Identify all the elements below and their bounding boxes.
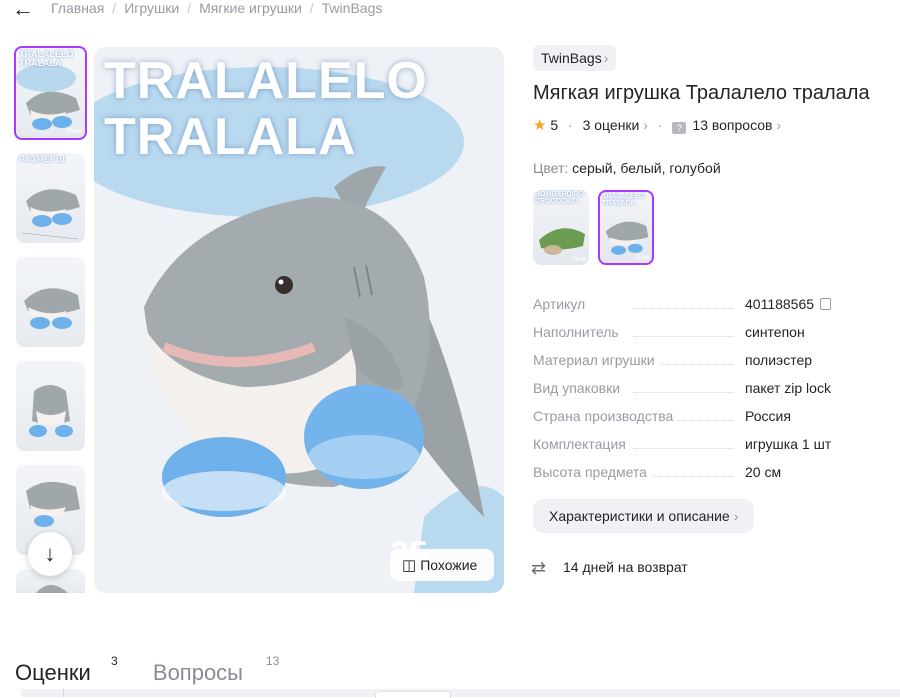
spec-value: синтепон — [745, 324, 805, 340]
chevron-right-icon: › — [603, 50, 609, 66]
spec-leader — [633, 392, 733, 393]
divider — [63, 689, 64, 697]
breadcrumb-link[interactable]: Мягкие игрушки — [199, 0, 302, 16]
tab-reviews[interactable]: Оценки 3 — [15, 654, 118, 686]
color-variant[interactable]: TRALALELO TRALALA 35см — [598, 190, 654, 265]
spec-leader — [633, 308, 733, 309]
main-image-title-line: TRALALELO — [104, 52, 428, 110]
description-button-label: Характеристики и описание — [549, 508, 730, 524]
ratings-count-label: 3 оценки — [582, 117, 640, 133]
tab-label: Вопросы — [152, 660, 243, 685]
back-arrow-icon[interactable]: ← — [12, 0, 34, 20]
spec-key: Наполнитель — [533, 324, 623, 340]
similar-button[interactable]: ◫ Похожие — [390, 549, 494, 581]
breadcrumb-separator: / — [309, 0, 314, 16]
thumbnail-caption: TRALALELO TRALALA — [19, 49, 74, 68]
shark-photo-icon — [21, 189, 80, 240]
color-variant[interactable]: BOMBARDIRO CROCODILO 36см — [533, 190, 589, 265]
question-bubble-icon: ? — [672, 122, 687, 134]
color-label: Цвет: — [533, 160, 569, 176]
breadcrumb-separator: / — [187, 0, 192, 16]
separator-dot: · — [568, 117, 573, 133]
chevron-right-icon: › — [639, 117, 648, 133]
spec-key: Материал игрушки — [533, 352, 659, 368]
brand-name: TwinBags — [541, 50, 602, 66]
spec-value: 20 см — [745, 464, 782, 480]
spec-value: полиэстер — [745, 352, 813, 368]
variant-caption: TRALALELO TRALALA — [602, 193, 645, 207]
variant-caption: BOMBARDIRO CROCODILO — [535, 191, 584, 205]
spec-value: игрушка 1 шт — [745, 436, 832, 452]
separator-dot: · — [657, 117, 663, 133]
return-policy: ⇄ 14 дней на возврат — [531, 558, 688, 579]
reviews-tabs: Оценки 3 Вопросы 13 — [15, 654, 279, 686]
main-image-title: TRALALELO TRALALA — [104, 53, 428, 165]
spec-row: Вид упаковки пакет zip lock — [533, 380, 873, 408]
variant-badge: 36см — [572, 257, 586, 263]
questions-link[interactable]: ? 13 вопросов › — [672, 117, 782, 134]
gallery-thumbnail[interactable]: TRALALELO TRALALA 35см — [14, 46, 87, 140]
copy-icon[interactable] — [820, 298, 832, 310]
return-arrows-icon: ⇄ — [531, 558, 547, 578]
description-button[interactable]: Характеристики и описание › — [533, 499, 755, 533]
spec-row: Материал игрушки полиэстер — [533, 352, 873, 380]
brand-link[interactable]: TwinBags › — [533, 45, 617, 71]
tab-questions[interactable]: Вопросы 13 — [152, 654, 279, 686]
main-product-image[interactable]: TRALALELO TRALALA 35 — [94, 47, 504, 593]
spec-row: Высота предмета 20 см — [533, 464, 873, 492]
spec-value: пакет zip lock — [745, 380, 831, 396]
color-line: Цвет: серый, белый, голубой — [533, 160, 721, 176]
color-value: серый, белый, голубой — [572, 160, 721, 176]
shark-photo-icon — [29, 385, 73, 437]
star-icon: ★ — [533, 117, 547, 134]
breadcrumb: Главная / Игрушки / Мягкие игрушки / TwinBags — [51, 0, 382, 16]
rating-value: 5 — [550, 117, 559, 133]
questions-label: 13 вопросов — [692, 117, 773, 133]
gallery-thumbnail[interactable] — [16, 361, 85, 451]
article-number: 401188565 — [745, 296, 815, 312]
shark-photo-icon — [24, 288, 80, 329]
spec-key: Комплектация — [533, 436, 630, 452]
spec-key: Артикул — [533, 296, 590, 312]
similar-button-label: Похожие — [420, 557, 478, 573]
tab-count: 13 — [265, 654, 280, 668]
spec-leader — [633, 448, 733, 449]
chevron-right-icon: › — [733, 508, 739, 524]
reviews-filter-bar — [21, 689, 900, 698]
spec-row: Артикул 401188565 — [533, 296, 873, 324]
spec-key: Вид упаковки — [533, 380, 625, 396]
thumbnail-badge: 35см — [64, 128, 81, 135]
spec-row: Страна производства Россия — [533, 408, 873, 436]
main-image-title-line: TRALALA — [104, 108, 357, 166]
thumbnail-caption: РАЗМЕРЫ — [19, 154, 65, 164]
chevron-right-icon: › — [772, 117, 782, 133]
breadcrumb-separator: / — [112, 0, 117, 16]
scroll-down-button[interactable]: ↓ — [28, 532, 72, 576]
arrow-down-icon: ↓ — [44, 541, 56, 566]
spec-leader — [633, 336, 733, 337]
spec-key: Высота предмета — [533, 464, 651, 480]
specs-table: Артикул 401188565 Наполнитель синтепон М… — [533, 296, 873, 492]
gallery-thumbnail[interactable] — [16, 257, 85, 347]
spec-value: 401188565 — [745, 296, 832, 312]
ratings-count-link[interactable]: 3 оценки › — [583, 117, 648, 133]
gallery-thumbnail[interactable]: РАЗМЕРЫ — [16, 153, 85, 243]
product-title: Мягкая игрушка Тралалело тралала — [533, 82, 870, 104]
tab-count: 3 — [111, 654, 118, 668]
spec-row: Наполнитель синтепон — [533, 324, 873, 352]
breadcrumb-link[interactable]: TwinBags — [322, 0, 383, 16]
variant-badge: 35см — [635, 255, 649, 261]
rating-row: ★ 5 · 3 оценки › · ? 13 вопросов › — [533, 116, 781, 134]
breadcrumb-link[interactable]: Главная — [51, 0, 104, 16]
tab-label: Оценки — [15, 660, 91, 685]
image-search-icon: ◫ — [402, 557, 417, 574]
breadcrumb-link[interactable]: Игрушки — [124, 0, 179, 16]
spec-key: Страна производства — [533, 408, 678, 424]
spec-row: Комплектация игрушка 1 шт — [533, 436, 873, 464]
return-text: 14 дней на возврат — [563, 559, 688, 575]
spec-value: Россия — [745, 408, 791, 424]
